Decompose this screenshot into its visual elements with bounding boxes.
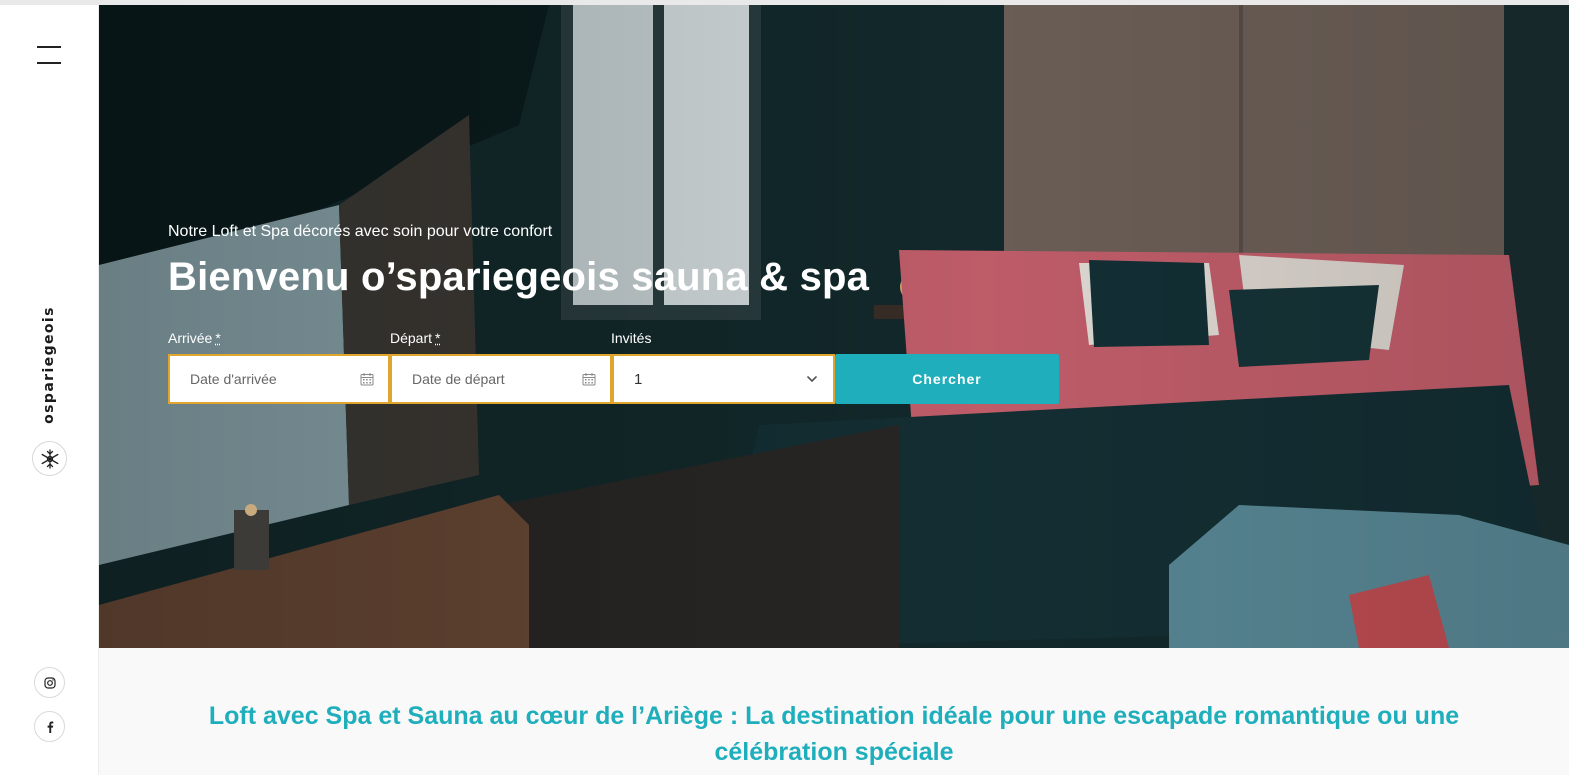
intro-heading: Loft avec Spa et Sauna au cœur de l’Ariè… [208,702,1460,766]
scrollbar-track[interactable] [1569,0,1585,775]
arrival-label: Arrivée * [168,330,221,346]
arrival-date-input[interactable]: Date d'arrivée [168,354,390,404]
snowflake-logo-icon[interactable] [32,441,67,476]
facebook-icon[interactable] [34,711,65,742]
sidebar: ospariegeois [0,5,99,775]
guests-select[interactable]: 1 [612,354,835,404]
departure-date-placeholder: Date de départ [412,371,505,387]
search-button[interactable]: Chercher [835,354,1059,404]
hamburger-icon[interactable] [37,42,61,66]
chevron-down-icon [807,376,817,383]
instagram-icon[interactable] [34,667,65,698]
departure-date-input[interactable]: Date de départ [390,354,612,404]
guests-label: Invités [611,330,652,346]
hero-banner: Notre Loft et Spa décorés avec soin pour… [99,5,1569,648]
brand-name[interactable]: ospariegeois [41,306,57,424]
hero-subtitle: Notre Loft et Spa décorés avec soin pour… [168,223,553,240]
calendar-icon [582,373,596,386]
departure-label: Départ * [390,330,441,346]
guests-value: 1 [634,370,643,388]
arrival-date-placeholder: Date d'arrivée [190,371,277,387]
hero-title: Bienvenu o’spariegeois sauna & spa [168,255,870,299]
calendar-icon [360,373,374,386]
intro-section: Loft avec Spa et Sauna au cœur de l’Ariè… [99,648,1569,775]
